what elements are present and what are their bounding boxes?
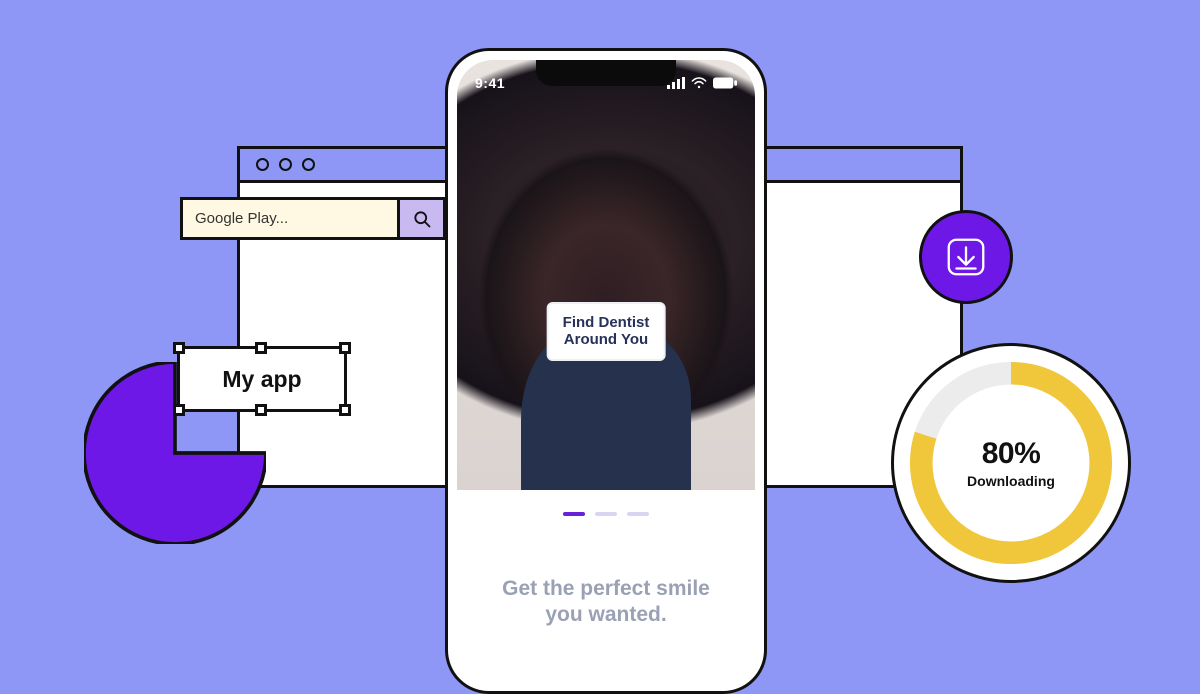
composition-stage: Google Play... My app (0, 0, 1200, 673)
selection-card-label: My app (222, 366, 301, 393)
resize-handle[interactable] (173, 404, 185, 416)
download-medallion[interactable] (919, 210, 1013, 304)
progress-percent: 80% (967, 437, 1055, 471)
tagline: Get the perfect smile you wanted. (457, 576, 755, 629)
resize-handle[interactable] (255, 342, 267, 354)
selection-card[interactable]: My app (177, 346, 347, 412)
search-bar[interactable]: Google Play... (180, 197, 446, 240)
resize-handle[interactable] (173, 342, 185, 354)
find-dentist-button[interactable]: Find Dentist Around You (547, 302, 666, 361)
tagline-line: Get the perfect smile (479, 576, 733, 602)
battery-icon (713, 77, 737, 89)
traffic-dot (256, 158, 269, 171)
traffic-dot (279, 158, 292, 171)
resize-handle[interactable] (255, 404, 267, 416)
progress-label: Downloading (967, 473, 1055, 489)
phone-notch (536, 60, 676, 86)
search-icon (412, 209, 432, 229)
page-indicator (457, 500, 755, 528)
resize-handle[interactable] (339, 404, 351, 416)
tagline-line: you wanted. (479, 602, 733, 628)
cta-line: Find Dentist (563, 314, 650, 331)
indicator-dot[interactable] (627, 512, 649, 516)
search-button[interactable] (397, 200, 443, 237)
search-input[interactable]: Google Play... (183, 200, 397, 237)
indicator-dot[interactable] (595, 512, 617, 516)
progress-donut: 80% Downloading (891, 343, 1131, 583)
indicator-dot[interactable] (563, 512, 585, 516)
search-placeholder: Google Play... (195, 210, 288, 227)
phone-frame: 9:41 Find Dentist Around You (445, 48, 767, 694)
cta-line: Around You (563, 331, 650, 348)
status-time: 9:41 (475, 75, 505, 91)
resize-handle[interactable] (339, 342, 351, 354)
traffic-dot (302, 158, 315, 171)
phone-screen: 9:41 Find Dentist Around You (457, 60, 755, 682)
wifi-icon (691, 77, 707, 89)
download-icon (943, 234, 989, 280)
hero-photo: 9:41 Find Dentist Around You (457, 60, 755, 490)
